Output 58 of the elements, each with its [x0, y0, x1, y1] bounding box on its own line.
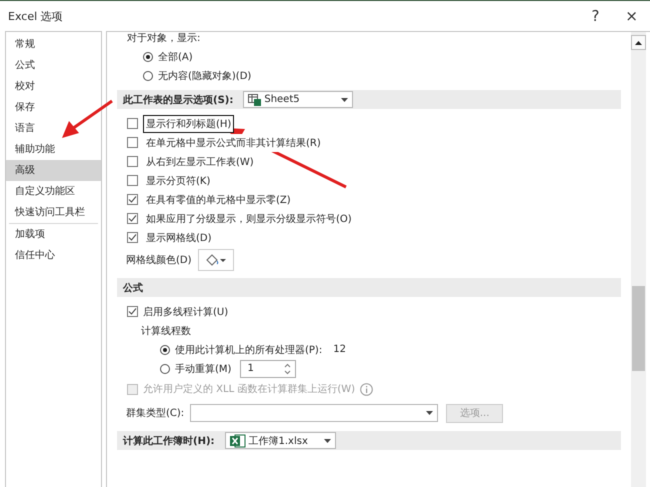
sidebar-item[interactable]: 公式: [6, 55, 101, 76]
sidebar-item[interactable]: 保存: [6, 97, 101, 118]
scrollbar[interactable]: [631, 32, 646, 487]
sidebar-item[interactable]: 校对: [6, 76, 101, 97]
checkbox[interactable]: [127, 175, 138, 186]
checkbox[interactable]: [127, 306, 138, 317]
scroll-thumb[interactable]: [632, 286, 645, 371]
field-label: 网格线颜色(D): [126, 254, 192, 267]
thread-count-spinner[interactable]: 1: [240, 360, 296, 378]
checkbox[interactable]: [127, 156, 138, 167]
radio-button[interactable]: [143, 52, 153, 62]
radio-button[interactable]: [160, 364, 170, 374]
spinner-arrows-icon[interactable]: [284, 362, 292, 374]
radio-label: 无内容(隐藏对象)(D): [158, 70, 252, 82]
caret-icon: [324, 438, 331, 442]
checkbox[interactable]: [127, 232, 138, 243]
sidebar-item[interactable]: 加载项: [6, 224, 101, 245]
caret-icon: [341, 98, 348, 102]
option-label: 计算线程数: [141, 324, 191, 338]
arrow-annotation: [62, 100, 113, 138]
section-heading: 计算此工作簿时(H):: [123, 434, 215, 448]
checkbox-label: 显示行和列标题(H): [143, 114, 234, 132]
sidebar-item[interactable]: 语言: [6, 118, 101, 139]
sidebar-item[interactable]: 常规: [6, 34, 101, 55]
radio-label: 全部(A): [158, 50, 193, 64]
sheet-icon: [248, 94, 262, 106]
checkbox[interactable]: [127, 213, 138, 224]
section-heading: 此工作表的显示选项(S):: [123, 94, 234, 106]
option-label: 对于对象，显示:: [127, 32, 200, 44]
window-title: Excel 选项: [8, 8, 63, 24]
checkbox-label: 启用多线程计算(U): [143, 306, 228, 318]
paint-bucket-icon: [204, 253, 228, 267]
processor-count: 12: [333, 344, 346, 355]
field-label: 群集类型(C):: [126, 406, 184, 420]
sidebar-item[interactable]: 自定义功能区: [6, 181, 101, 202]
sidebar-item[interactable]: 信任中心: [6, 245, 101, 266]
checkbox[interactable]: [127, 118, 138, 129]
radio-label: 使用此计算机上的所有处理器(P):: [175, 344, 322, 356]
spreadsheet-icon: [230, 434, 246, 448]
radio-button[interactable]: [143, 70, 153, 80]
info-icon[interactable]: [360, 382, 374, 396]
radio-button[interactable]: [160, 344, 170, 354]
sheet-dropdown[interactable]: Sheet5: [243, 91, 354, 108]
scroll-up-button[interactable]: [631, 35, 646, 50]
section-heading: 公式: [123, 282, 143, 294]
close-button[interactable]: ×: [621, 7, 642, 25]
color-picker-button[interactable]: [198, 249, 234, 271]
radio-label: 手动重算(M): [175, 362, 232, 376]
checkbox[interactable]: [127, 194, 138, 205]
workbook-dropdown[interactable]: 工作簿1.xlsx: [224, 432, 336, 449]
sidebar-item[interactable]: 辅助功能: [6, 139, 101, 160]
help-button[interactable]: ?: [587, 7, 604, 25]
caret-icon: [426, 411, 434, 415]
checkbox-label: 允许用户定义的 XLL 函数在计算群集上运行(W): [143, 382, 356, 396]
sidebar-item[interactable]: 快速访问工具栏: [6, 202, 101, 223]
sidebar-item[interactable]: 高级: [6, 160, 101, 181]
up-arrow-icon: [635, 40, 642, 44]
checkbox[interactable]: [127, 137, 138, 148]
